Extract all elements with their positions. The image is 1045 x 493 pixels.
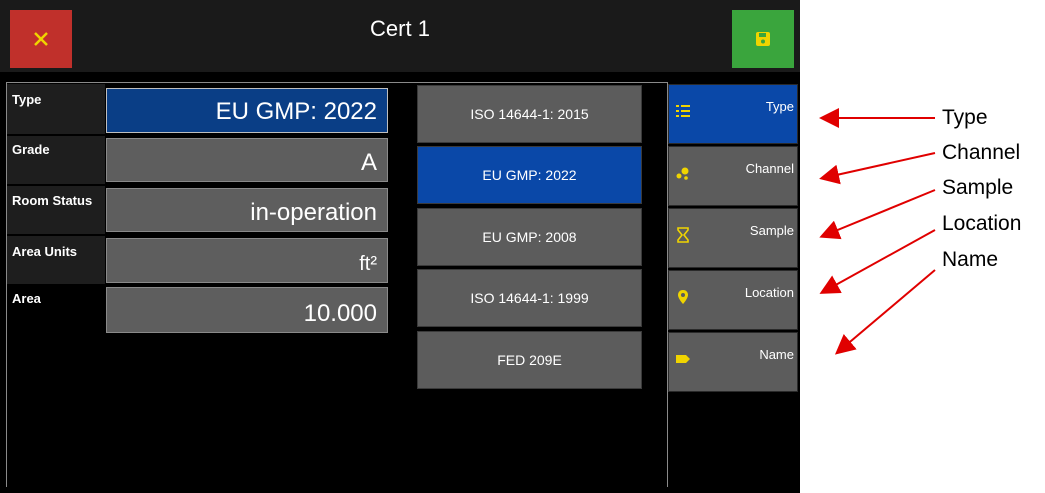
- annotation-name: Name: [942, 248, 999, 271]
- page-title: Cert 1: [370, 16, 430, 41]
- standard-option[interactable]: ISO 14644-1: 1999: [417, 269, 642, 327]
- nav-label-type: Type: [765, 99, 794, 114]
- standard-option[interactable]: EU GMP: 2008: [417, 208, 642, 266]
- type-field[interactable]: EU GMP: 2022: [106, 88, 388, 133]
- nav-tab-name[interactable]: Name: [668, 332, 798, 392]
- arrow-channel: [819, 152, 936, 185]
- save-icon: [756, 32, 770, 46]
- nav-tab-sample[interactable]: Sample: [668, 208, 798, 268]
- annotation-channel: Channel: [942, 141, 1021, 164]
- nav-tab-type[interactable]: Type: [668, 84, 798, 144]
- grade-field[interactable]: A: [106, 138, 388, 182]
- nav-tab-channel[interactable]: Channel: [668, 146, 798, 206]
- nav-tab-location[interactable]: Location: [668, 270, 798, 330]
- nav-label-location: Location: [744, 285, 794, 300]
- area-field[interactable]: 10.000: [106, 287, 388, 333]
- dots-icon: [676, 167, 689, 180]
- nav-label-channel: Channel: [745, 161, 794, 176]
- area-units-field[interactable]: ft²: [106, 238, 388, 283]
- field-label-room-status: Room Status: [12, 193, 93, 208]
- hourglass-icon: [677, 227, 689, 243]
- annotation-location: Location: [942, 212, 1022, 235]
- tag-icon: [676, 355, 690, 363]
- standard-option[interactable]: ISO 14644-1: 2015: [417, 85, 642, 143]
- room-status-field[interactable]: in-operation: [106, 188, 388, 232]
- device-screen: Cert 1 Type Grade Room Status Area Units…: [0, 0, 800, 493]
- arrow-name: [834, 269, 936, 355]
- arrow-location: [819, 229, 936, 294]
- list-icon: [676, 105, 690, 117]
- standard-option-selected[interactable]: EU GMP: 2022: [417, 146, 642, 204]
- annotation-type: Type: [942, 106, 988, 129]
- standard-option[interactable]: FED 209E: [417, 331, 642, 389]
- field-label-area: Area: [12, 291, 41, 306]
- field-label-type: Type: [12, 92, 42, 107]
- field-label-area-units: Area Units: [12, 244, 78, 259]
- field-label-grade: Grade: [12, 142, 50, 157]
- arrow-sample: [819, 189, 936, 240]
- title-bar: Cert 1: [0, 0, 800, 72]
- save-button[interactable]: [732, 10, 794, 68]
- nav-label-sample: Sample: [749, 223, 794, 238]
- location-pin-icon: [678, 290, 688, 304]
- annotation-sample: Sample: [942, 176, 1014, 199]
- nav-label-name: Name: [759, 347, 794, 362]
